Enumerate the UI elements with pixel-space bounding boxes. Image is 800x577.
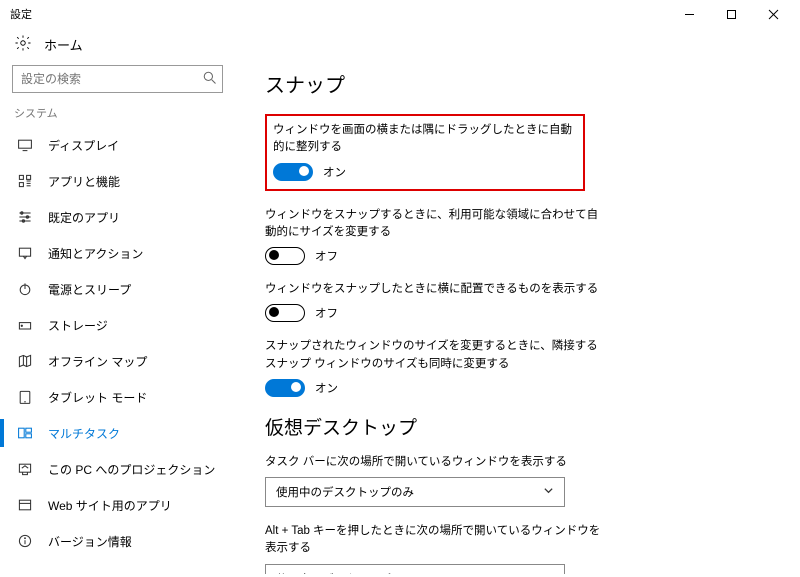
content-pane: スナップ ウィンドウを画面の横または隅にドラッグしたときに自動的に整列する オン… xyxy=(235,65,800,574)
home-label: ホーム xyxy=(44,35,83,54)
sidebar-item-label: タブレット モード xyxy=(48,389,147,406)
setting-vd-taskbar: タスク バーに次の場所で開いているウィンドウを表示する 使用中のデスクトップのみ xyxy=(265,454,605,507)
projection-icon xyxy=(16,461,34,477)
toggle-snap-resize-adjacent[interactable] xyxy=(265,379,305,397)
sidebar-item-label: ディスプレイ xyxy=(48,137,119,154)
maximize-button[interactable] xyxy=(710,0,752,28)
toggle-state-label: オン xyxy=(323,164,346,180)
select-vd-taskbar[interactable]: 使用中のデスクトップのみ xyxy=(265,477,565,507)
gear-icon xyxy=(14,34,32,55)
power-icon xyxy=(16,281,34,297)
chevron-down-icon xyxy=(543,485,554,499)
map-icon xyxy=(16,353,34,369)
sidebar-item-label: アプリと機能 xyxy=(48,173,120,190)
minimize-button[interactable] xyxy=(668,0,710,28)
setting-desc: ウィンドウをスナップしたときに横に配置できるものを表示する xyxy=(265,281,605,298)
sidebar: システム ディスプレイ アプリと機能 既定のアプリ 通知とアクション 電源とスリ… xyxy=(0,65,235,574)
sidebar-item-label: 電源とスリープ xyxy=(48,281,131,298)
sidebar-item-defaults[interactable]: 既定のアプリ xyxy=(12,199,223,235)
close-button[interactable] xyxy=(752,0,794,28)
group-label: システム xyxy=(14,105,223,121)
setting-desc: Alt + Tab キーを押したときに次の場所で開いているウィンドウを表示する xyxy=(265,523,605,558)
setting-desc: ウィンドウを画面の横または隅にドラッグしたときに自動的に整列する xyxy=(273,122,573,157)
sidebar-item-label: 既定のアプリ xyxy=(48,209,120,226)
setting-desc: タスク バーに次の場所で開いているウィンドウを表示する xyxy=(265,454,605,471)
toggle-snap-auto-size[interactable] xyxy=(265,247,305,265)
tablet-icon xyxy=(16,389,34,405)
sidebar-item-power[interactable]: 電源とスリープ xyxy=(12,271,223,307)
info-icon xyxy=(16,533,34,549)
setting-desc: ウィンドウをスナップするときに、利用可能な領域に合わせて自動的にサイズを変更する xyxy=(265,207,605,242)
sidebar-item-apps[interactable]: アプリと機能 xyxy=(12,163,223,199)
toggle-state-label: オフ xyxy=(315,305,338,321)
sidebar-item-display[interactable]: ディスプレイ xyxy=(12,127,223,163)
section-title-vd: 仮想デスクトップ xyxy=(265,413,776,440)
apps-icon xyxy=(16,173,34,189)
multitask-icon xyxy=(16,425,34,441)
sidebar-item-label: ストレージ xyxy=(48,317,108,334)
sidebar-item-label: バージョン情報 xyxy=(48,533,132,550)
sidebar-item-tablet[interactable]: タブレット モード xyxy=(12,379,223,415)
toggle-state-label: オフ xyxy=(315,248,338,264)
window-title: 設定 xyxy=(10,6,32,22)
setting-snap-auto-arrange: ウィンドウを画面の横または隅にドラッグしたときに自動的に整列する オン xyxy=(265,114,585,191)
sidebar-item-notifications[interactable]: 通知とアクション xyxy=(12,235,223,271)
web-icon xyxy=(16,497,34,513)
display-icon xyxy=(16,137,34,153)
sidebar-item-label: 通知とアクション xyxy=(48,245,143,262)
select-value: 使用中のデスクトップのみ xyxy=(276,484,414,500)
sidebar-item-label: オフライン マップ xyxy=(48,353,147,370)
setting-desc: スナップされたウィンドウのサイズを変更するときに、隣接するスナップ ウィンドウの… xyxy=(265,338,605,373)
home-row[interactable]: ホーム xyxy=(0,28,800,65)
sidebar-item-storage[interactable]: ストレージ xyxy=(12,307,223,343)
chevron-down-icon xyxy=(543,572,554,575)
sidebar-item-webapps[interactable]: Web サイト用のアプリ xyxy=(12,487,223,523)
storage-icon xyxy=(16,317,34,333)
search-icon xyxy=(202,70,217,88)
search-box[interactable] xyxy=(12,65,223,93)
select-vd-alttab[interactable]: 使用中のデスクトップのみ xyxy=(265,564,565,575)
setting-snap-resize-adjacent: スナップされたウィンドウのサイズを変更するときに、隣接するスナップ ウィンドウの… xyxy=(265,338,605,397)
toggle-snap-suggest[interactable] xyxy=(265,304,305,322)
sidebar-item-label: Web サイト用のアプリ xyxy=(48,497,172,514)
sidebar-item-maps[interactable]: オフライン マップ xyxy=(12,343,223,379)
sidebar-item-label: この PC へのプロジェクション xyxy=(48,461,215,478)
section-title-snap: スナップ xyxy=(265,69,776,98)
setting-snap-suggest: ウィンドウをスナップしたときに横に配置できるものを表示する オフ xyxy=(265,281,605,322)
sidebar-item-multitask[interactable]: マルチタスク xyxy=(12,415,223,451)
notifications-icon xyxy=(16,245,34,261)
titlebar: 設定 xyxy=(0,0,800,28)
setting-snap-auto-size: ウィンドウをスナップするときに、利用可能な領域に合わせて自動的にサイズを変更する… xyxy=(265,207,605,266)
select-value: 使用中のデスクトップのみ xyxy=(276,571,414,575)
search-input[interactable] xyxy=(12,65,223,93)
defaults-icon xyxy=(16,209,34,225)
sidebar-item-about[interactable]: バージョン情報 xyxy=(12,523,223,559)
sidebar-item-projection[interactable]: この PC へのプロジェクション xyxy=(12,451,223,487)
setting-vd-alttab: Alt + Tab キーを押したときに次の場所で開いているウィンドウを表示する … xyxy=(265,523,605,574)
toggle-state-label: オン xyxy=(315,380,338,396)
sidebar-item-label: マルチタスク xyxy=(48,425,120,442)
toggle-snap-auto-arrange[interactable] xyxy=(273,163,313,181)
